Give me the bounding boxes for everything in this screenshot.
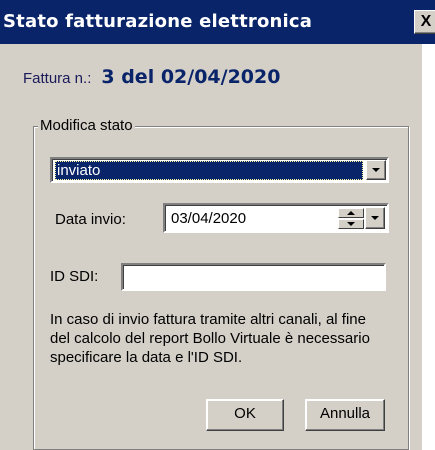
status-dropdown-button[interactable] xyxy=(366,160,386,180)
invoice-info: Fattura n.: 3 del 02/04/2020 xyxy=(23,66,280,90)
date-value[interactable]: 03/04/2020 xyxy=(171,210,246,227)
sdi-input[interactable] xyxy=(121,263,386,291)
window-title: Stato fatturazione elettronica xyxy=(3,11,313,32)
dialog-window: Stato fatturazione elettronica X Fattura… xyxy=(0,0,435,450)
info-text: In caso di invio fattura tramite altri c… xyxy=(50,311,370,366)
status-selected-value: inviato xyxy=(55,161,363,180)
cancel-button[interactable]: Annulla xyxy=(305,399,385,431)
chevron-down-icon xyxy=(371,216,379,220)
chevron-down-icon xyxy=(372,168,380,172)
spin-up-icon[interactable] xyxy=(338,208,364,218)
date-spinner[interactable] xyxy=(338,208,364,229)
window-edge xyxy=(422,44,435,450)
calendar-dropdown-button[interactable] xyxy=(365,207,385,229)
group-legend: Modifica stato xyxy=(38,117,135,134)
date-label: Data invio: xyxy=(55,211,126,228)
title-bar[interactable]: Stato fatturazione elettronica X xyxy=(0,0,435,44)
invoice-label: Fattura n.: xyxy=(23,70,92,87)
ok-button[interactable]: OK xyxy=(206,399,284,431)
sdi-label: ID SDI: xyxy=(50,268,99,285)
status-dropdown[interactable]: inviato xyxy=(50,157,389,183)
date-picker[interactable]: 03/04/2020 xyxy=(163,203,389,233)
invoice-number: 3 del 02/04/2020 xyxy=(101,66,281,88)
close-button[interactable]: X xyxy=(414,10,435,34)
spin-down-icon[interactable] xyxy=(338,219,364,229)
